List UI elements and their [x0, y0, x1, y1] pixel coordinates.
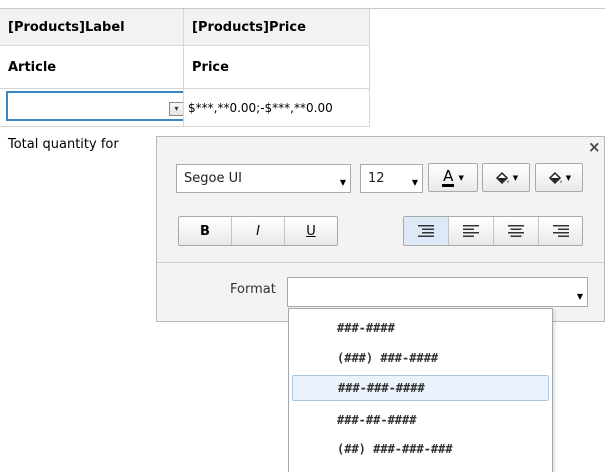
chevron-down-icon: ▼: [458, 173, 464, 182]
text-style-group: B I U: [178, 216, 338, 246]
font-family-select[interactable]: Segoe UI ▼: [176, 164, 351, 193]
chevron-down-icon: ▼: [565, 173, 572, 182]
selected-cell-combo[interactable]: ▾: [6, 91, 183, 121]
chevron-down-icon: ▼: [339, 178, 346, 187]
panel-divider: [157, 262, 604, 263]
header-cell-label[interactable]: [Products]Label: [0, 9, 184, 45]
align-indent-icon: [418, 225, 434, 237]
align-center-icon: [508, 225, 524, 237]
font-color-button[interactable]: A ▼: [428, 163, 478, 192]
list-item[interactable]: ###-##-####: [292, 407, 549, 433]
cell-price-format[interactable]: $***,**0.00;-$***,**0.00: [184, 89, 370, 126]
paint-bucket-icon: [495, 171, 509, 184]
underline-button[interactable]: U: [285, 217, 337, 245]
italic-button[interactable]: I: [232, 217, 285, 245]
cell-article[interactable]: Article: [0, 46, 184, 88]
font-color-icon: A: [442, 167, 455, 187]
list-item[interactable]: (###) ###-####: [292, 345, 549, 371]
list-item[interactable]: ###-####: [292, 315, 549, 341]
format-options-list: ###-#### (###) ###-#### ###-###-#### ###…: [288, 308, 553, 472]
font-size-select[interactable]: 12 ▼: [360, 164, 423, 193]
cell-price[interactable]: Price: [184, 46, 370, 88]
align-center-button[interactable]: [494, 217, 539, 245]
chevron-down-icon: ▼: [411, 178, 418, 187]
chevron-down-icon: ▼: [512, 173, 519, 182]
list-item[interactable]: (##) ###-###-###: [292, 436, 549, 462]
align-left-icon: [463, 225, 479, 237]
cell-label-editor[interactable]: ▾: [0, 89, 184, 126]
close-icon[interactable]: ×: [588, 140, 601, 155]
header-row: [Products]Label [Products]Price: [0, 9, 370, 46]
chevron-down-icon: ▼: [576, 292, 583, 301]
alignment-group: [403, 216, 583, 246]
align-left-button[interactable]: [449, 217, 494, 245]
format-input[interactable]: ▼: [287, 277, 588, 307]
combo-dropdown-button[interactable]: ▾: [169, 102, 183, 116]
font-family-value: Segoe UI: [184, 171, 242, 186]
table-row: ▾ $***,**0.00;-$***,**0.00: [0, 89, 370, 127]
list-item-selected[interactable]: ###-###-####: [292, 375, 549, 401]
background-color-button[interactable]: ▼: [535, 163, 583, 192]
align-indent-button[interactable]: [404, 217, 449, 245]
paint-bucket-icon: [548, 171, 562, 184]
fill-color-button[interactable]: ▼: [482, 163, 530, 192]
align-right-button[interactable]: [539, 217, 582, 245]
font-size-value: 12: [368, 171, 385, 186]
bold-button[interactable]: B: [179, 217, 232, 245]
table-row: Article Price: [0, 46, 370, 89]
format-label: Format: [230, 282, 276, 297]
header-cell-price[interactable]: [Products]Price: [184, 9, 370, 45]
align-right-icon: [552, 225, 569, 237]
